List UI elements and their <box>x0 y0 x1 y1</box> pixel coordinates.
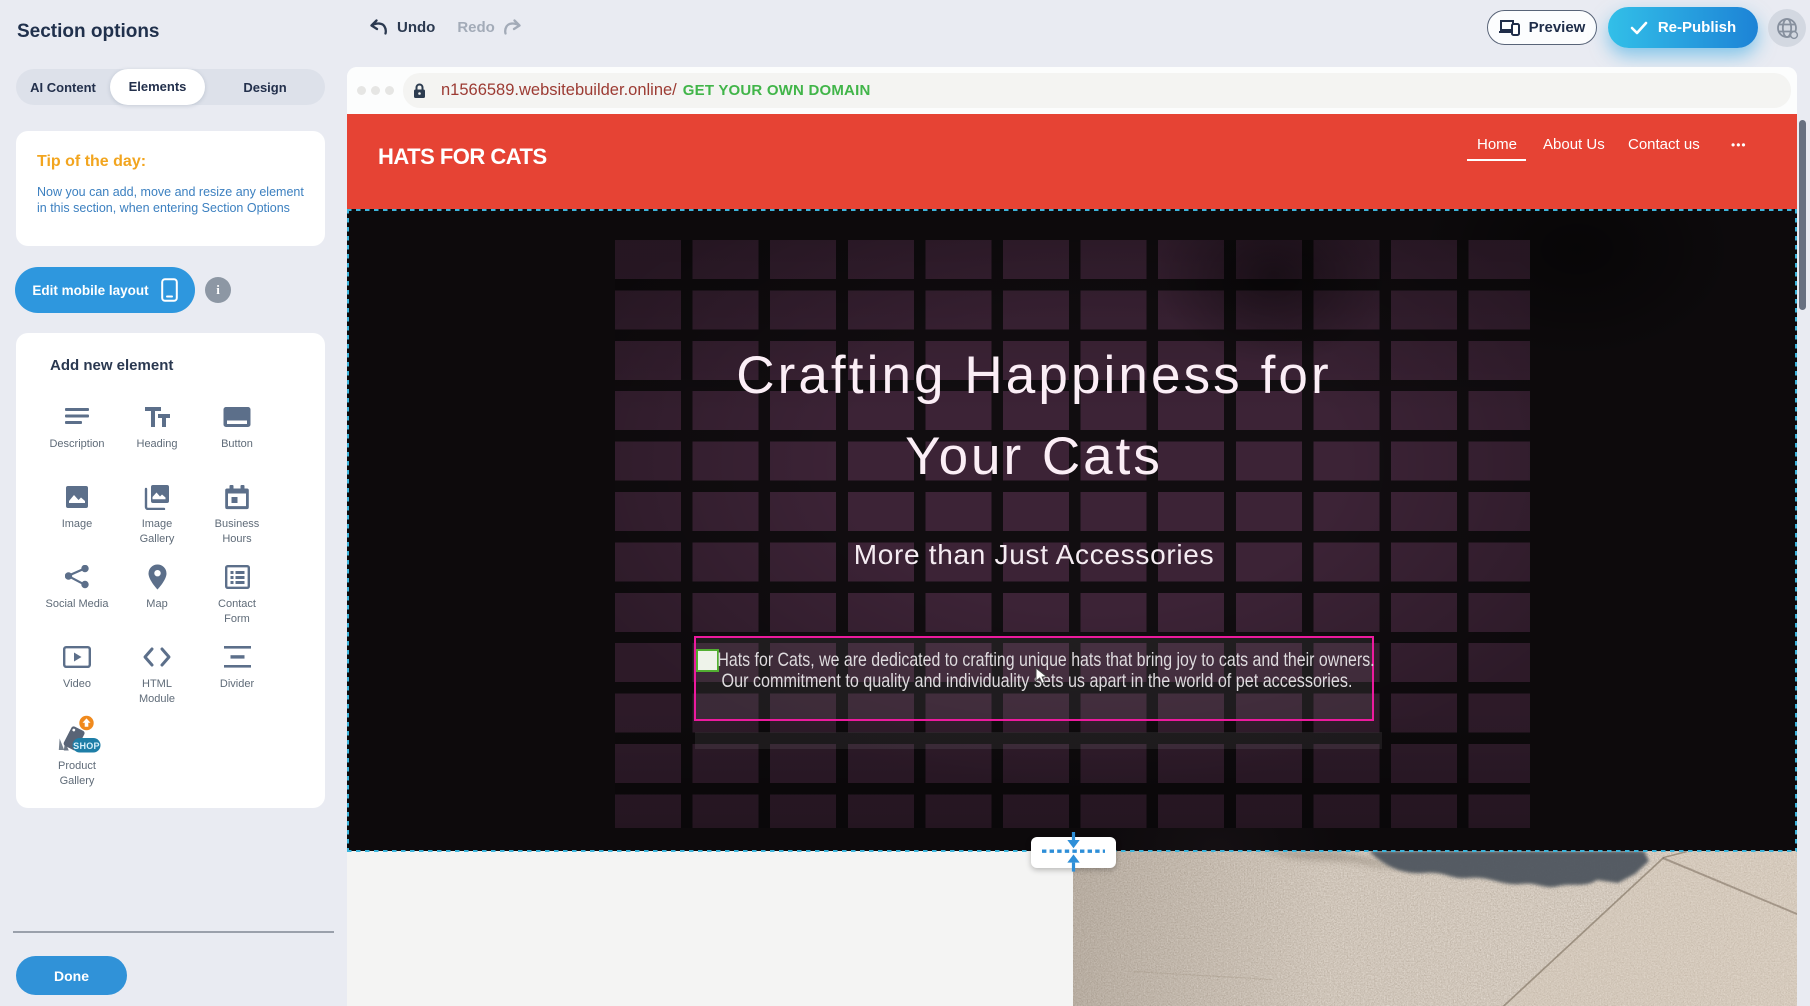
svg-text:SHOP: SHOP <box>73 740 100 750</box>
